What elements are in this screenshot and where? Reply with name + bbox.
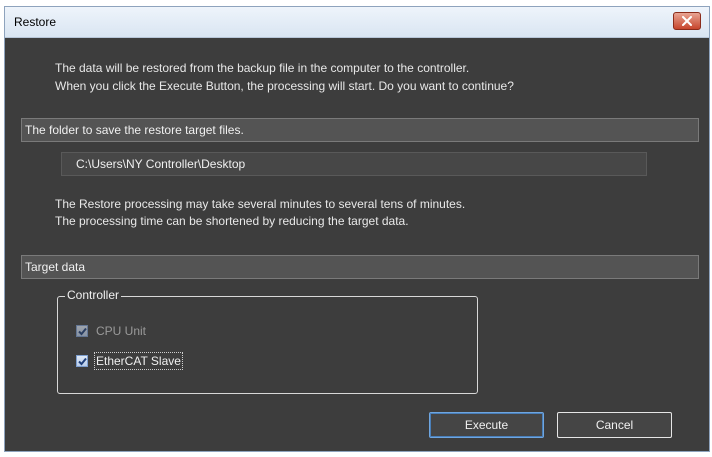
target-data-section-label: Target data xyxy=(25,260,86,274)
target-data-section-header: Target data xyxy=(21,255,699,279)
folder-section-label: The folder to save the restore target fi… xyxy=(25,123,244,137)
close-icon xyxy=(682,16,692,26)
controller-group-label: Controller xyxy=(65,288,122,302)
window-title: Restore xyxy=(14,15,57,29)
close-button[interactable] xyxy=(673,12,701,30)
cpu-unit-checkbox[interactable] xyxy=(76,325,88,337)
title-bar[interactable]: Restore xyxy=(5,7,709,38)
cpu-unit-checkbox-row: CPU Unit xyxy=(76,324,146,338)
restore-folder-path-field[interactable]: C:\Users\NY Controller\Desktop xyxy=(61,152,647,176)
checkmark-icon xyxy=(77,327,87,335)
restore-folder-path-value: C:\Users\NY Controller\Desktop xyxy=(76,157,246,171)
notice-text-line-1: The Restore processing may take several … xyxy=(55,197,466,211)
ethercat-slave-label[interactable]: EtherCAT Slave xyxy=(94,352,183,370)
cancel-button[interactable]: Cancel xyxy=(557,412,672,438)
dialog-content: The data will be restored from the backu… xyxy=(5,38,709,451)
intro-text-line-2: When you click the Execute Button, the p… xyxy=(55,79,514,93)
intro-text-line-1: The data will be restored from the backu… xyxy=(55,61,470,75)
ethercat-slave-checkbox-row: EtherCAT Slave xyxy=(76,352,183,370)
controller-groupbox: Controller CPU Unit EtherCAT Slave xyxy=(57,288,478,394)
cpu-unit-label: CPU Unit xyxy=(96,324,147,338)
notice-text-line-2: The processing time can be shortened by … xyxy=(55,214,409,228)
restore-dialog: Restore The data will be restored from t… xyxy=(4,6,710,452)
checkmark-icon xyxy=(77,357,87,365)
execute-button[interactable]: Execute xyxy=(429,412,544,438)
folder-section-header: The folder to save the restore target fi… xyxy=(21,118,699,142)
ethercat-slave-checkbox[interactable] xyxy=(76,355,88,367)
